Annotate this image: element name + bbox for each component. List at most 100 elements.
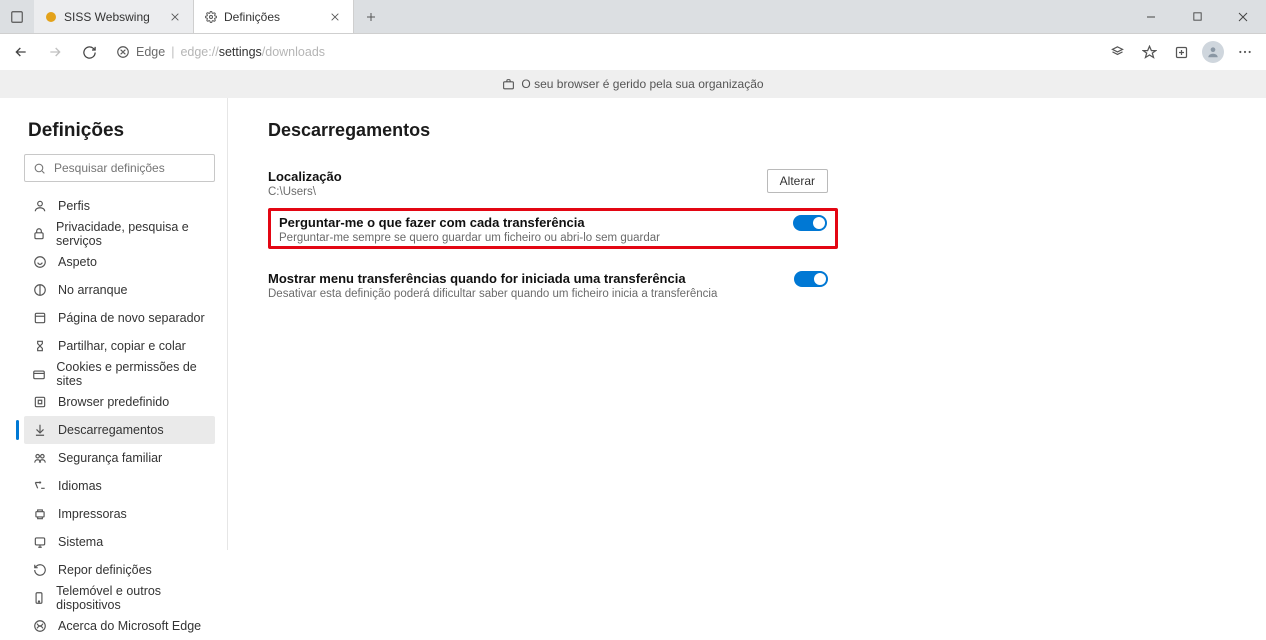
read-aloud-button[interactable]	[1102, 37, 1132, 67]
sidebar-item-label: Browser predefinido	[58, 395, 169, 409]
sidebar-item-label: Impressoras	[58, 507, 127, 521]
nav-item-icon	[32, 254, 48, 270]
nav-item-icon	[32, 506, 48, 522]
nav-item-icon	[32, 450, 48, 466]
sidebar-item[interactable]: Aspeto	[24, 248, 215, 276]
briefcase-icon	[502, 78, 515, 91]
sidebar-item-label: Telemóvel e outros dispositivos	[56, 584, 209, 612]
nav-item-icon	[32, 338, 48, 354]
address-separator: |	[171, 45, 174, 59]
window-controls	[1128, 0, 1266, 33]
browser-tab-1[interactable]: Definições	[194, 0, 354, 33]
sidebar-item[interactable]: Perfis	[24, 192, 215, 220]
minimize-button[interactable]	[1128, 0, 1174, 33]
sidebar-item-label: Página de novo separador	[58, 311, 205, 325]
more-button[interactable]	[1230, 37, 1260, 67]
nav-item-icon	[32, 394, 48, 410]
sidebar-item-label: Idiomas	[58, 479, 102, 493]
setting-ask-each-download: Perguntar-me o que fazer com cada transf…	[279, 215, 827, 244]
sidebar-item-label: Segurança familiar	[58, 451, 162, 465]
sidebar-item[interactable]: Acerca do Microsoft Edge	[24, 612, 215, 640]
sidebar-item[interactable]: Cookies e permissões de sites	[24, 360, 215, 388]
tab-site-icon	[44, 10, 58, 24]
nav-item-icon	[32, 198, 48, 214]
sidebar-item[interactable]: Segurança familiar	[24, 444, 215, 472]
new-tab-button[interactable]	[354, 0, 388, 33]
nav-item-icon	[32, 310, 48, 326]
forward-button[interactable]	[40, 37, 70, 67]
nav-item-icon	[32, 562, 48, 578]
profile-button[interactable]	[1198, 37, 1228, 67]
change-location-button[interactable]: Alterar	[767, 169, 828, 193]
sidebar-item-label: Descarregamentos	[58, 423, 164, 437]
browser-tab-0[interactable]: SISS Webswing	[34, 0, 194, 33]
avatar-icon	[1202, 41, 1224, 63]
sidebar-item[interactable]: Impressoras	[24, 500, 215, 528]
settings-search[interactable]	[24, 154, 215, 182]
sidebar-item-label: Partilhar, copiar e colar	[58, 339, 186, 353]
address-url: edge://settings/downloads	[180, 45, 325, 59]
settings-sidebar: Definições PerfisPrivacidade, pesquisa e…	[0, 98, 228, 550]
collections-button[interactable]	[1166, 37, 1196, 67]
sidebar-item[interactable]: Página de novo separador	[24, 304, 215, 332]
search-icon	[33, 162, 46, 175]
close-window-button[interactable]	[1220, 0, 1266, 33]
setting-show-download-menu: Mostrar menu transferências quando for i…	[268, 265, 828, 310]
app-menu-button[interactable]	[0, 0, 34, 33]
maximize-button[interactable]	[1174, 0, 1220, 33]
refresh-button[interactable]	[74, 37, 104, 67]
sidebar-item-label: Sistema	[58, 535, 103, 549]
setting-location: Localização C:\Users\ Alterar	[268, 163, 828, 208]
sidebar-item[interactable]: Privacidade, pesquisa e serviços	[24, 220, 215, 248]
sidebar-nav: Perfis Privacidade, pesquisa e serviços As…	[24, 192, 215, 640]
setting-location-path: C:\Users\	[268, 186, 755, 198]
nav-item-icon	[32, 422, 48, 438]
site-identity-icon[interactable]	[116, 45, 130, 59]
nav-item-icon	[32, 534, 48, 550]
sidebar-item[interactable]: Browser predefinido	[24, 388, 215, 416]
nav-item-icon	[32, 282, 48, 298]
sidebar-item[interactable]: No arranque	[24, 276, 215, 304]
setting-location-title: Localização	[268, 169, 755, 184]
setting-menu-title: Mostrar menu transferências quando for i…	[268, 271, 782, 286]
tab-title: Definições	[224, 10, 321, 24]
sidebar-item-label: Perfis	[58, 199, 90, 213]
setting-menu-sub: Desativar esta definição poderá dificult…	[268, 288, 782, 300]
sidebar-item-label: No arranque	[58, 283, 128, 297]
title-bar: SISS Webswing Definições	[0, 0, 1266, 34]
back-button[interactable]	[6, 37, 36, 67]
setting-ask-title: Perguntar-me o que fazer com cada transf…	[279, 215, 781, 230]
address-proto: Edge	[136, 45, 165, 59]
org-banner-text: O seu browser é gerido pela sua organiza…	[521, 77, 763, 91]
setting-ask-sub: Perguntar-me sempre se quero guardar um …	[279, 232, 781, 244]
address-bar[interactable]: Edge | edge://settings/downloads	[108, 38, 1092, 66]
gear-icon	[204, 10, 218, 24]
browser-toolbar: Edge | edge://settings/downloads	[0, 34, 1266, 70]
settings-main: Definições PerfisPrivacidade, pesquisa e…	[0, 98, 1266, 550]
toggle-show-download-menu[interactable]	[794, 271, 828, 287]
org-managed-banner: O seu browser é gerido pela sua organiza…	[0, 70, 1266, 98]
sidebar-item-label: Cookies e permissões de sites	[56, 360, 209, 388]
nav-item-icon	[32, 226, 46, 242]
close-icon[interactable]	[327, 9, 343, 25]
sidebar-item[interactable]: Repor definições	[24, 556, 215, 584]
highlight-annotation: Perguntar-me o que fazer com cada transf…	[268, 208, 838, 249]
sidebar-item-label: Privacidade, pesquisa e serviços	[56, 220, 209, 248]
close-icon[interactable]	[167, 9, 183, 25]
sidebar-item[interactable]: Partilhar, copiar e colar	[24, 332, 215, 360]
sidebar-item[interactable]: Descarregamentos	[24, 416, 215, 444]
nav-item-icon	[32, 590, 46, 606]
toggle-ask-each-download[interactable]	[793, 215, 827, 231]
sidebar-item-label: Repor definições	[58, 563, 152, 577]
nav-item-icon	[32, 478, 48, 494]
favorites-button[interactable]	[1134, 37, 1164, 67]
sidebar-item-label: Aspeto	[58, 255, 97, 269]
sidebar-item[interactable]: Sistema	[24, 528, 215, 556]
settings-content: Descarregamentos Localização C:\Users\ A…	[228, 98, 1266, 550]
toolbar-right-icons	[1102, 37, 1260, 67]
sidebar-item[interactable]: Telemóvel e outros dispositivos	[24, 584, 215, 612]
search-input[interactable]	[52, 160, 211, 176]
sidebar-item[interactable]: Idiomas	[24, 472, 215, 500]
page-heading: Descarregamentos	[268, 120, 1226, 141]
sidebar-item-label: Acerca do Microsoft Edge	[58, 619, 201, 633]
